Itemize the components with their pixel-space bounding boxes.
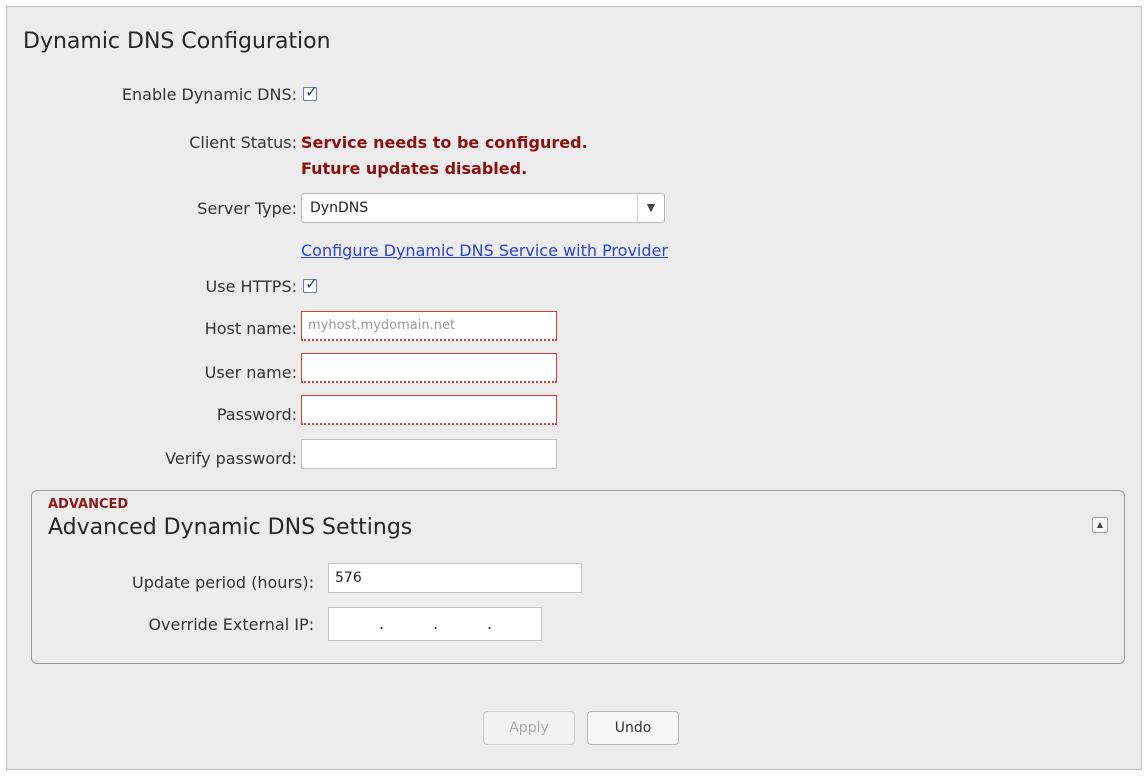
host-name-input[interactable] <box>301 311 557 341</box>
advanced-title: Advanced Dynamic DNS Settings <box>48 515 413 540</box>
user-name-input[interactable] <box>301 353 557 383</box>
server-type-label: Server Type: <box>197 199 297 218</box>
collapse-icon[interactable]: ▲ <box>1092 517 1108 533</box>
client-status-label: Client Status: <box>189 133 297 152</box>
checkmark-icon: ✓ <box>305 274 319 293</box>
override-ip-input[interactable]: . . . <box>328 607 542 641</box>
override-ip-label: Override External IP: <box>148 615 314 634</box>
advanced-section: ADVANCED Advanced Dynamic DNS Settings ▲… <box>31 490 1125 664</box>
ip-dot: . <box>379 614 385 633</box>
ddns-config-panel: Dynamic DNS Configuration Enable Dynamic… <box>6 6 1142 770</box>
server-type-value: DynDNS <box>310 200 369 216</box>
verify-password-label: Verify password: <box>165 449 297 468</box>
apply-button[interactable]: Apply <box>483 711 575 745</box>
chevron-down-icon: ▼ <box>637 194 664 222</box>
use-https-label: Use HTTPS: <box>205 277 297 296</box>
ip-dot: . <box>433 614 439 633</box>
password-label: Password: <box>216 405 297 424</box>
update-period-label: Update period (hours): <box>132 573 314 592</box>
update-period-input[interactable] <box>328 563 582 593</box>
password-input[interactable] <box>301 395 557 425</box>
checkmark-icon: ✓ <box>305 82 319 101</box>
user-name-label: User name: <box>204 363 297 382</box>
client-status-line1: Service needs to be configured. <box>301 133 588 152</box>
ip-dot: . <box>487 614 493 633</box>
page-title: Dynamic DNS Configuration <box>23 29 331 54</box>
undo-button[interactable]: Undo <box>587 711 679 745</box>
enable-ddns-checkbox[interactable]: ✓ <box>303 82 318 101</box>
enable-ddns-label: Enable Dynamic DNS: <box>121 85 297 104</box>
host-name-label: Host name: <box>204 319 297 338</box>
configure-provider-link[interactable]: Configure Dynamic DNS Service with Provi… <box>301 241 668 260</box>
use-https-checkbox[interactable]: ✓ <box>303 274 318 293</box>
server-type-select[interactable]: DynDNS ▼ <box>301 193 665 223</box>
advanced-tag: ADVANCED <box>48 497 129 512</box>
client-status-line2: Future updates disabled. <box>301 159 528 178</box>
verify-password-input[interactable] <box>301 439 557 469</box>
